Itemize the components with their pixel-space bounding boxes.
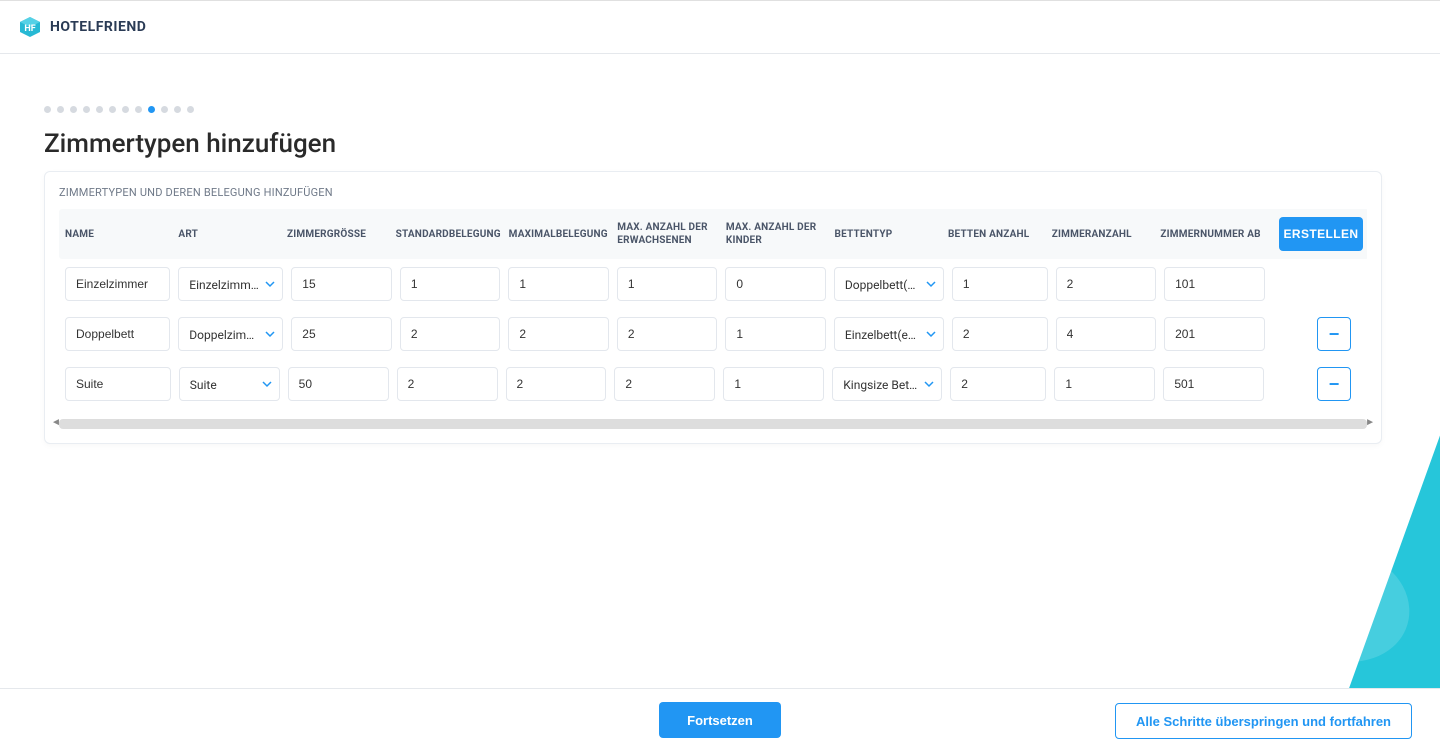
col-room-count: ZIMMERANZAHL bbox=[1052, 228, 1132, 241]
max-occ-input[interactable] bbox=[506, 367, 607, 401]
col-max-occ: MAXIMALBELEGUNG bbox=[509, 228, 608, 241]
card-subtitle: ZIMMERTYPEN UND DEREN BELEGUNG HINZUFÜGE… bbox=[59, 186, 1367, 199]
room-count-input[interactable] bbox=[1056, 317, 1157, 351]
step-dot[interactable] bbox=[161, 106, 168, 113]
wizard-footer: Fortsetzen Alle Schritte überspringen un… bbox=[0, 688, 1440, 751]
room-types-card: ZIMMERTYPEN UND DEREN BELEGUNG HINZUFÜGE… bbox=[44, 171, 1382, 444]
max-adults-input[interactable] bbox=[617, 267, 718, 301]
col-art: ART bbox=[178, 228, 198, 241]
max-children-input[interactable] bbox=[725, 267, 826, 301]
room-number-from-input[interactable] bbox=[1164, 267, 1265, 301]
step-dot[interactable] bbox=[83, 106, 90, 113]
table-row: Suite Kingsize Bett(en) (mind.180 breit) − bbox=[59, 359, 1367, 409]
chevron-left-icon: ◄ bbox=[51, 417, 61, 428]
max-occ-input[interactable] bbox=[508, 317, 609, 351]
col-std-occ: STANDARDBELEGUNG bbox=[396, 228, 501, 241]
std-occ-input[interactable] bbox=[400, 317, 501, 351]
step-dot[interactable] bbox=[109, 106, 116, 113]
continue-button[interactable]: Fortsetzen bbox=[659, 702, 781, 738]
std-occ-input[interactable] bbox=[400, 267, 501, 301]
room-count-input[interactable] bbox=[1054, 367, 1155, 401]
table-row: Einzelzimmer Doppelbett(en) (120-130 brei… bbox=[59, 259, 1367, 309]
app-header: HF HOTELFRIEND bbox=[0, 0, 1440, 54]
art-select[interactable]: Suite bbox=[179, 367, 280, 401]
step-dot[interactable] bbox=[57, 106, 64, 113]
room-number-from-input[interactable] bbox=[1163, 367, 1264, 401]
chevron-right-icon: ► bbox=[1365, 417, 1375, 428]
name-input[interactable] bbox=[65, 317, 170, 351]
horizontal-scrollbar[interactable]: ◄ ► bbox=[59, 419, 1367, 429]
col-max-children: MAX. ANZAHL DER KINDER bbox=[726, 221, 827, 247]
remove-row-button[interactable]: − bbox=[1317, 317, 1351, 351]
size-input[interactable] bbox=[291, 317, 392, 351]
max-children-input[interactable] bbox=[723, 367, 824, 401]
remove-row-button[interactable]: − bbox=[1317, 367, 1351, 401]
bed-type-select[interactable]: Kingsize Bett(en) (mind.180 breit) bbox=[832, 367, 942, 401]
size-input[interactable] bbox=[288, 367, 389, 401]
max-adults-input[interactable] bbox=[617, 317, 718, 351]
page-title: Zimmertypen hinzufügen bbox=[44, 129, 1396, 159]
col-name: NAME bbox=[65, 228, 94, 241]
minus-icon: − bbox=[1329, 324, 1340, 345]
col-bed-count: BETTEN ANZAHL bbox=[948, 228, 1029, 241]
step-dot[interactable] bbox=[70, 106, 77, 113]
col-bed-type: BETTENTYP bbox=[835, 228, 893, 241]
brand-name: HOTELFRIEND bbox=[50, 19, 146, 35]
max-children-input[interactable] bbox=[725, 317, 826, 351]
bed-type-select[interactable]: Doppelbett(en) (120-130 breit) bbox=[834, 267, 944, 301]
minus-icon: − bbox=[1329, 374, 1340, 395]
step-dot[interactable] bbox=[122, 106, 129, 113]
step-dot[interactable] bbox=[96, 106, 103, 113]
max-occ-input[interactable] bbox=[508, 267, 609, 301]
art-select[interactable]: Einzelzimmer bbox=[178, 267, 283, 301]
bed-count-input[interactable] bbox=[952, 267, 1048, 301]
bed-count-input[interactable] bbox=[952, 317, 1048, 351]
brand-logo[interactable]: HF HOTELFRIEND bbox=[18, 15, 146, 39]
step-dot[interactable] bbox=[174, 106, 181, 113]
bed-type-select[interactable]: Einzelbett(en) (90-130 breit) bbox=[834, 317, 944, 351]
bed-count-input[interactable] bbox=[950, 367, 1046, 401]
step-dot[interactable] bbox=[44, 106, 51, 113]
skip-all-button[interactable]: Alle Schritte überspringen und fortfahre… bbox=[1115, 703, 1412, 739]
col-max-adults: MAX. ANZAHL DER ERWACHSENEN bbox=[617, 221, 718, 247]
table-header-row: NAME ART ZIMMERGRÖSSE STANDARDBELEGUNG M… bbox=[59, 209, 1367, 259]
max-adults-input[interactable] bbox=[614, 367, 715, 401]
room-count-input[interactable] bbox=[1056, 267, 1157, 301]
name-input[interactable] bbox=[65, 367, 171, 401]
col-size: ZIMMERGRÖSSE bbox=[287, 228, 366, 241]
step-dot[interactable] bbox=[187, 106, 194, 113]
room-number-from-input[interactable] bbox=[1164, 317, 1265, 351]
wizard-stepper bbox=[44, 106, 1396, 113]
art-select[interactable]: Doppelzimmer bbox=[178, 317, 283, 351]
svg-text:HF: HF bbox=[24, 24, 35, 34]
create-button[interactable]: ERSTELLEN bbox=[1279, 217, 1363, 251]
std-occ-input[interactable] bbox=[397, 367, 498, 401]
table-row: Doppelzimmer Einzelbett(en) (90-130 breit… bbox=[59, 309, 1367, 359]
size-input[interactable] bbox=[291, 267, 392, 301]
name-input[interactable] bbox=[65, 267, 170, 301]
step-dot[interactable] bbox=[148, 106, 155, 113]
step-dot[interactable] bbox=[135, 106, 142, 113]
hotelfriend-icon: HF bbox=[18, 15, 42, 39]
col-room-number-from: ZIMMERNUMMER AB bbox=[1160, 228, 1260, 241]
